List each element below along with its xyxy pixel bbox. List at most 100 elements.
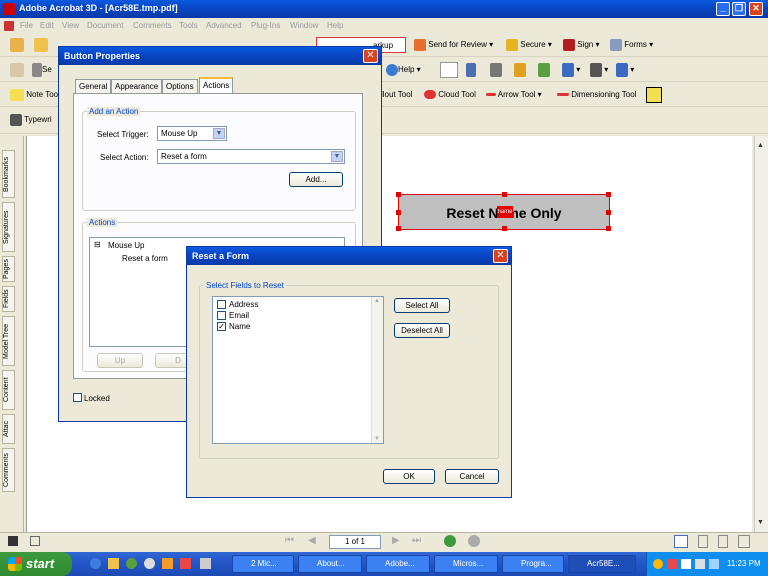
- open-folder-icon[interactable]: [34, 37, 48, 53]
- deselect-all-button[interactable]: Deselect All: [394, 323, 450, 338]
- volume-icon[interactable]: [695, 559, 705, 569]
- link-tool-icon[interactable]: [514, 62, 526, 78]
- email-checkbox[interactable]: [217, 311, 226, 320]
- explorer-icon[interactable]: [108, 558, 119, 569]
- last-page-icon[interactable]: ⏭: [412, 535, 421, 546]
- select-all-button[interactable]: Select All: [394, 298, 450, 313]
- next-page-icon[interactable]: ▶: [392, 535, 400, 546]
- tab-general[interactable]: General: [75, 79, 112, 93]
- reset-name-only-form-button[interactable]: Reset Name Only name: [396, 192, 611, 231]
- quicklaunch-icon[interactable]: [144, 558, 155, 569]
- create-pdf-icon[interactable]: [10, 37, 24, 53]
- start-button[interactable]: start: [0, 552, 72, 576]
- resize-handle[interactable]: [502, 226, 507, 231]
- tray-icon[interactable]: [667, 559, 677, 569]
- taskbar-item[interactable]: About...: [298, 555, 362, 573]
- quicklaunch-icon[interactable]: [200, 558, 211, 569]
- tab-appearance[interactable]: Appearance: [111, 79, 163, 93]
- move-up-button[interactable]: Up: [97, 353, 143, 368]
- single-page-icon[interactable]: [674, 535, 688, 548]
- color-tool-icon[interactable]: ▾: [562, 62, 580, 78]
- menu-view[interactable]: View: [62, 21, 79, 30]
- secure-button[interactable]: Secure ▾: [506, 37, 552, 53]
- tab-model-tree[interactable]: Model Tree: [2, 316, 15, 366]
- menu-advanced[interactable]: Advanced: [206, 21, 242, 30]
- hand-tool-icon[interactable]: [10, 62, 24, 78]
- menu-help[interactable]: Help: [327, 21, 343, 30]
- select-text-tool[interactable]: Se: [32, 62, 52, 78]
- callout-tool-button[interactable]: llout Tool: [381, 87, 412, 103]
- tab-attachments[interactable]: Attac: [2, 414, 15, 444]
- continuous-facing-icon[interactable]: [738, 535, 750, 548]
- layout-tool-icon[interactable]: ▾: [590, 62, 608, 78]
- note-tool-button[interactable]: Note Too: [10, 87, 58, 103]
- clock[interactable]: 11:23 PM: [727, 559, 761, 568]
- scroll-down-icon[interactable]: ▼: [757, 519, 764, 526]
- select-object-tool-icon[interactable]: [440, 62, 458, 78]
- page-number-field[interactable]: 1 of 1: [329, 535, 381, 549]
- minimize-button[interactable]: _: [716, 2, 730, 16]
- locked-checkbox[interactable]: [73, 393, 82, 402]
- network-icon[interactable]: [709, 559, 719, 569]
- quicklaunch-icon[interactable]: [162, 558, 173, 569]
- tab-content[interactable]: Content: [2, 370, 15, 410]
- tree-item-trigger[interactable]: Mouse Up: [108, 241, 144, 250]
- previous-page-icon[interactable]: ◀: [308, 535, 316, 546]
- fields-list-scrollbar[interactable]: ▲ ▼: [371, 297, 383, 443]
- facing-icon[interactable]: [718, 535, 728, 548]
- resize-handle[interactable]: [396, 192, 401, 197]
- scroll-down-icon[interactable]: ▼: [374, 436, 380, 442]
- text-field-tool-icon[interactable]: ▾: [616, 62, 634, 78]
- menu-comments[interactable]: Comments: [133, 21, 172, 30]
- cloud-tool-button[interactable]: Cloud Tool: [424, 87, 476, 103]
- scroll-up-icon[interactable]: ▲: [374, 298, 380, 304]
- sign-button[interactable]: Sign ▾: [563, 37, 600, 53]
- article-tool-icon[interactable]: [538, 62, 550, 78]
- menu-window[interactable]: Window: [290, 21, 318, 30]
- tab-fields[interactable]: Fields: [2, 286, 15, 312]
- page-options-icon[interactable]: [30, 536, 40, 546]
- text-box-tool-icon[interactable]: [646, 87, 662, 103]
- tab-actions[interactable]: Actions: [199, 77, 234, 93]
- select-action-dropdown[interactable]: Reset a form ▼: [157, 149, 345, 164]
- quicklaunch-icon[interactable]: [126, 558, 137, 569]
- scroll-up-icon[interactable]: ▲: [757, 142, 764, 149]
- panel-toggle-icon[interactable]: [8, 536, 18, 546]
- tab-bookmarks[interactable]: Bookmarks: [2, 150, 15, 198]
- tab-options[interactable]: Options: [162, 79, 198, 93]
- menu-edit[interactable]: Edit: [40, 21, 54, 30]
- resize-handle[interactable]: [606, 210, 611, 215]
- resize-handle[interactable]: [396, 210, 401, 215]
- fields-list[interactable]: Address Email ✓ Name ▲ ▼: [212, 296, 384, 444]
- first-page-icon[interactable]: ⏮: [285, 535, 294, 546]
- name-checkbox[interactable]: ✓: [217, 322, 226, 331]
- touchup-tool-icon[interactable]: [466, 62, 476, 78]
- close-button[interactable]: ✕: [749, 2, 763, 16]
- tree-item-action[interactable]: Reset a form: [122, 254, 168, 263]
- tab-comments[interactable]: Comments: [2, 448, 15, 492]
- add-action-button[interactable]: Add...: [289, 172, 343, 187]
- resize-handle[interactable]: [606, 192, 611, 197]
- resize-handle[interactable]: [606, 226, 611, 231]
- tab-signatures[interactable]: Signatures: [2, 202, 15, 252]
- send-for-review-button[interactable]: Send for Review ▾: [414, 37, 493, 53]
- typewriter-tool-button[interactable]: Typewri: [10, 112, 52, 128]
- forward-icon[interactable]: [468, 535, 480, 547]
- vertical-scrollbar[interactable]: ▲ ▼: [754, 136, 768, 532]
- menu-plugins[interactable]: Plug-Ins: [251, 21, 280, 30]
- cancel-button[interactable]: Cancel: [445, 469, 499, 484]
- forms-button[interactable]: Forms ▾: [610, 37, 653, 53]
- back-icon[interactable]: [444, 535, 456, 547]
- crop-tool-icon[interactable]: [490, 62, 502, 78]
- taskbar-item-active[interactable]: Acr58E...: [568, 555, 636, 573]
- menu-file[interactable]: File: [20, 21, 33, 30]
- resize-handle[interactable]: [502, 192, 507, 197]
- collapse-icon[interactable]: ⊟: [94, 240, 101, 249]
- reset-form-close-button[interactable]: ✕: [493, 249, 508, 263]
- resize-handle[interactable]: [396, 226, 401, 231]
- tab-pages[interactable]: Pages: [2, 256, 15, 282]
- arrow-tool-button[interactable]: Arrow Tool ▾: [486, 87, 542, 103]
- ie-icon[interactable]: [90, 558, 101, 569]
- continuous-icon[interactable]: [698, 535, 708, 548]
- dialog-close-button[interactable]: ✕: [363, 49, 378, 63]
